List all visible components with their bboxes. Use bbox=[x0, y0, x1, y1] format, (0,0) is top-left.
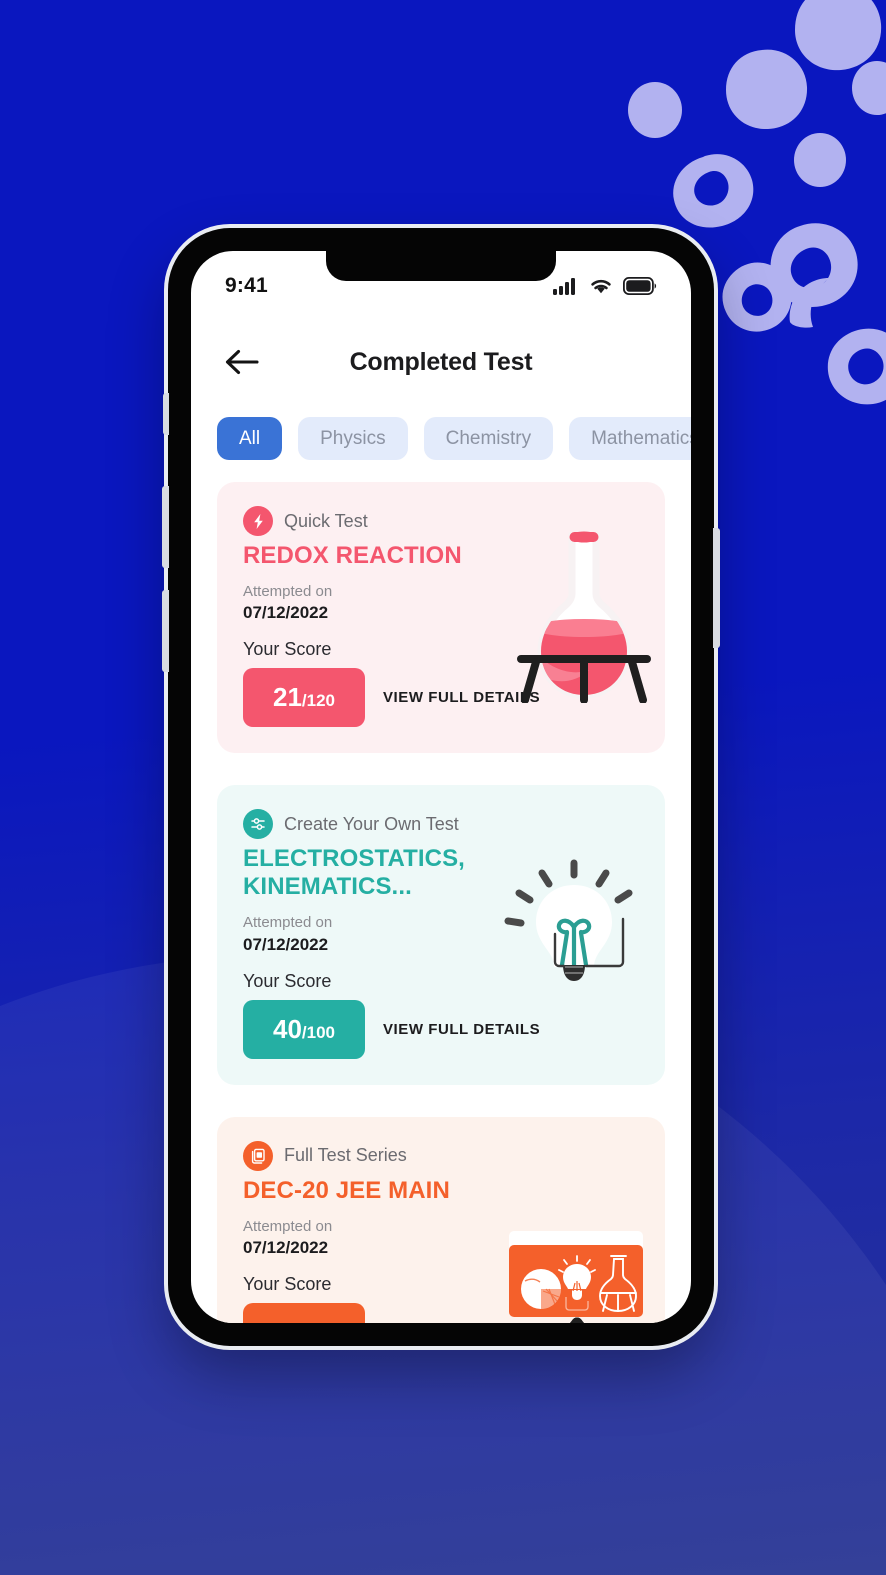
score-badge: 54/80 bbox=[243, 1302, 365, 1323]
score-total: /120 bbox=[301, 691, 335, 711]
filter-chip-physics[interactable]: Physics bbox=[298, 417, 408, 460]
score-badge: 40/100 bbox=[243, 999, 365, 1059]
card-title: DEC-20 JEE MAIN bbox=[243, 1176, 450, 1204]
score-total: /100 bbox=[301, 1022, 335, 1042]
lightning-bolt-icon bbox=[243, 506, 273, 536]
page-header: Completed Test bbox=[191, 307, 691, 387]
power-button[interactable] bbox=[713, 528, 720, 648]
filter-chip-group: All Physics Chemistry Mathematics bbox=[191, 387, 691, 460]
back-button[interactable] bbox=[221, 341, 263, 383]
attempt-date: 07/12/2022 bbox=[243, 934, 329, 954]
attempt-date: 07/12/2022 bbox=[243, 1237, 329, 1257]
documents-stack-icon bbox=[243, 1140, 273, 1171]
card-type-label: Quick Test bbox=[284, 510, 368, 531]
card-type-label: Create Your Own Test bbox=[284, 813, 459, 834]
attempt-date: 07/12/2022 bbox=[243, 603, 329, 623]
test-card-full-test-series[interactable]: Full Test Series DEC-20 JEE MAIN Attempt… bbox=[217, 1116, 665, 1323]
score-label: Your Score bbox=[243, 639, 332, 660]
card-type-label: Full Test Series bbox=[284, 1145, 407, 1165]
card-type-row: Quick Test bbox=[243, 506, 639, 536]
completed-test-list: Quick Test REDOX REACTION Attempted on 0… bbox=[191, 460, 691, 1323]
score-label: Your Score bbox=[243, 970, 332, 991]
card-type-row: Create Your Own Test bbox=[243, 809, 639, 840]
card-title: ELECTROSTATICS, KINEMATICS... bbox=[243, 845, 465, 901]
signal-icon bbox=[553, 278, 575, 295]
phone-notch bbox=[326, 251, 556, 281]
score-value: 40 bbox=[272, 1013, 302, 1044]
score-value: 21 bbox=[272, 682, 302, 713]
card-title: REDOX REACTION bbox=[243, 542, 462, 569]
attempt-label: Attempted on bbox=[243, 1217, 333, 1235]
filter-chip-all[interactable]: All bbox=[217, 417, 283, 460]
battery-icon bbox=[623, 277, 657, 295]
sliders-icon bbox=[243, 809, 273, 840]
page-title: Completed Test bbox=[349, 347, 533, 376]
volume-up-button[interactable] bbox=[162, 486, 169, 568]
test-card-quick-test[interactable]: Quick Test REDOX REACTION Attempted on 0… bbox=[217, 482, 665, 754]
score-label: Your Score bbox=[243, 1273, 332, 1294]
filter-chip-chemistry[interactable]: Chemistry bbox=[423, 417, 554, 460]
test-card-create-your-own-test[interactable]: Create Your Own Test ELECTROSTATICS, KIN… bbox=[217, 785, 665, 1085]
arrow-left-icon bbox=[225, 349, 259, 375]
filter-chip-mathematics[interactable]: Mathematics bbox=[569, 417, 691, 460]
attempt-label: Attempted on bbox=[243, 583, 333, 600]
phone-screen: 9:41 Completed Test All Physics Chemistr… bbox=[191, 251, 691, 1323]
wifi-icon bbox=[591, 279, 611, 294]
view-full-details-button[interactable]: VIEW FULL DETAILS bbox=[383, 1021, 540, 1038]
attempt-label: Attempted on bbox=[243, 914, 333, 932]
view-full-details-button[interactable]: VIEW FULL DETAILS bbox=[383, 689, 540, 706]
volume-down-button[interactable] bbox=[162, 590, 169, 672]
phone-mockup: 9:41 Completed Test All Physics Chemistr… bbox=[162, 228, 720, 1346]
score-badge: 21/120 bbox=[243, 668, 365, 728]
status-time: 9:41 bbox=[225, 274, 268, 297]
card-type-row: Full Test Series bbox=[243, 1140, 639, 1171]
score-value: 54 bbox=[278, 1317, 307, 1323]
silence-switch[interactable] bbox=[163, 393, 169, 435]
